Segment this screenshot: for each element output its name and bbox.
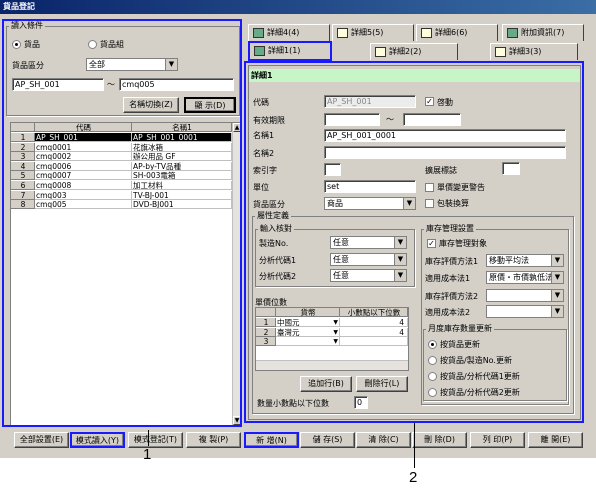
highlight-box-2: [244, 61, 584, 423]
document-icon: [421, 27, 432, 38]
app-window: 貨品登記 讀入條件 貨品 貨品組 貨品區分 全部 ▼ AP_SH_001 ～ c…: [0, 0, 596, 458]
tab-row2-item[interactable]: 詳細3(3): [490, 43, 578, 60]
toolbar-button[interactable]: 清 除(C): [356, 432, 411, 448]
tab-row1-item[interactable]: 附加資訊(7): [502, 24, 584, 41]
tab-label: 詳細5(5): [351, 28, 384, 37]
toolbar-button[interactable]: 刪 除(D): [412, 432, 467, 448]
toolbar-button[interactable]: 全部設置(E): [14, 432, 69, 448]
tab-label: 詳細3(3): [509, 47, 542, 56]
tab-label: 詳細1(1): [268, 46, 301, 55]
toolbar-button[interactable]: 儲 存(S): [300, 432, 355, 448]
tab-label: 附加資訊(7): [521, 28, 565, 37]
callout-line-2: [414, 423, 415, 468]
window-title: 貨品登記: [0, 0, 596, 14]
tab-row2-item[interactable]: 詳細2(2): [370, 43, 458, 60]
callout-1: 1: [143, 446, 152, 463]
document-icon: [337, 27, 348, 38]
toolbar-button[interactable]: 模式讀入(Y): [70, 432, 125, 448]
tab-row1-item[interactable]: 詳細4(4): [248, 24, 330, 41]
tab-label: 詳細4(4): [267, 28, 300, 37]
toolbar-button[interactable]: 模式登記(T): [128, 432, 183, 448]
book-icon: [254, 45, 265, 56]
book-icon: [507, 27, 518, 38]
toolbar-button[interactable]: 列 印(P): [470, 432, 525, 448]
document-icon: [495, 46, 506, 57]
tab-label: 詳細2(2): [389, 47, 422, 56]
tab-detail1-active[interactable]: 詳細1(1): [248, 41, 332, 61]
document-icon: [375, 46, 386, 57]
callout-2: 2: [409, 469, 418, 486]
tab-row1-item[interactable]: 詳細6(6): [416, 24, 498, 41]
toolbar-button[interactable]: 複 製(P): [186, 432, 241, 448]
callout-line-1: [148, 430, 149, 446]
toolbar-button[interactable]: 離 開(E): [528, 432, 583, 448]
highlight-box-1: [2, 19, 242, 427]
tab-label: 詳細6(6): [435, 28, 468, 37]
tab-row1-item[interactable]: 詳細5(5): [332, 24, 414, 41]
toolbar-button[interactable]: 新 增(N): [244, 432, 299, 448]
book-icon: [253, 27, 264, 38]
